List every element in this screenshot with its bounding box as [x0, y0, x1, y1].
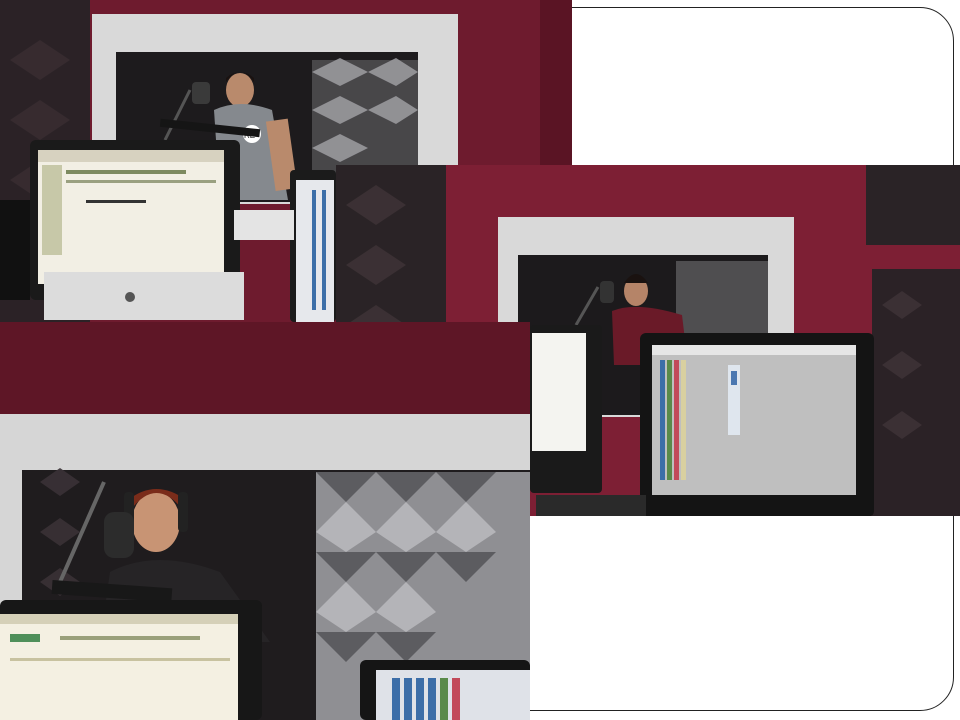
photo-3-svg	[0, 322, 530, 720]
photo-studio-female-singer	[0, 322, 530, 720]
